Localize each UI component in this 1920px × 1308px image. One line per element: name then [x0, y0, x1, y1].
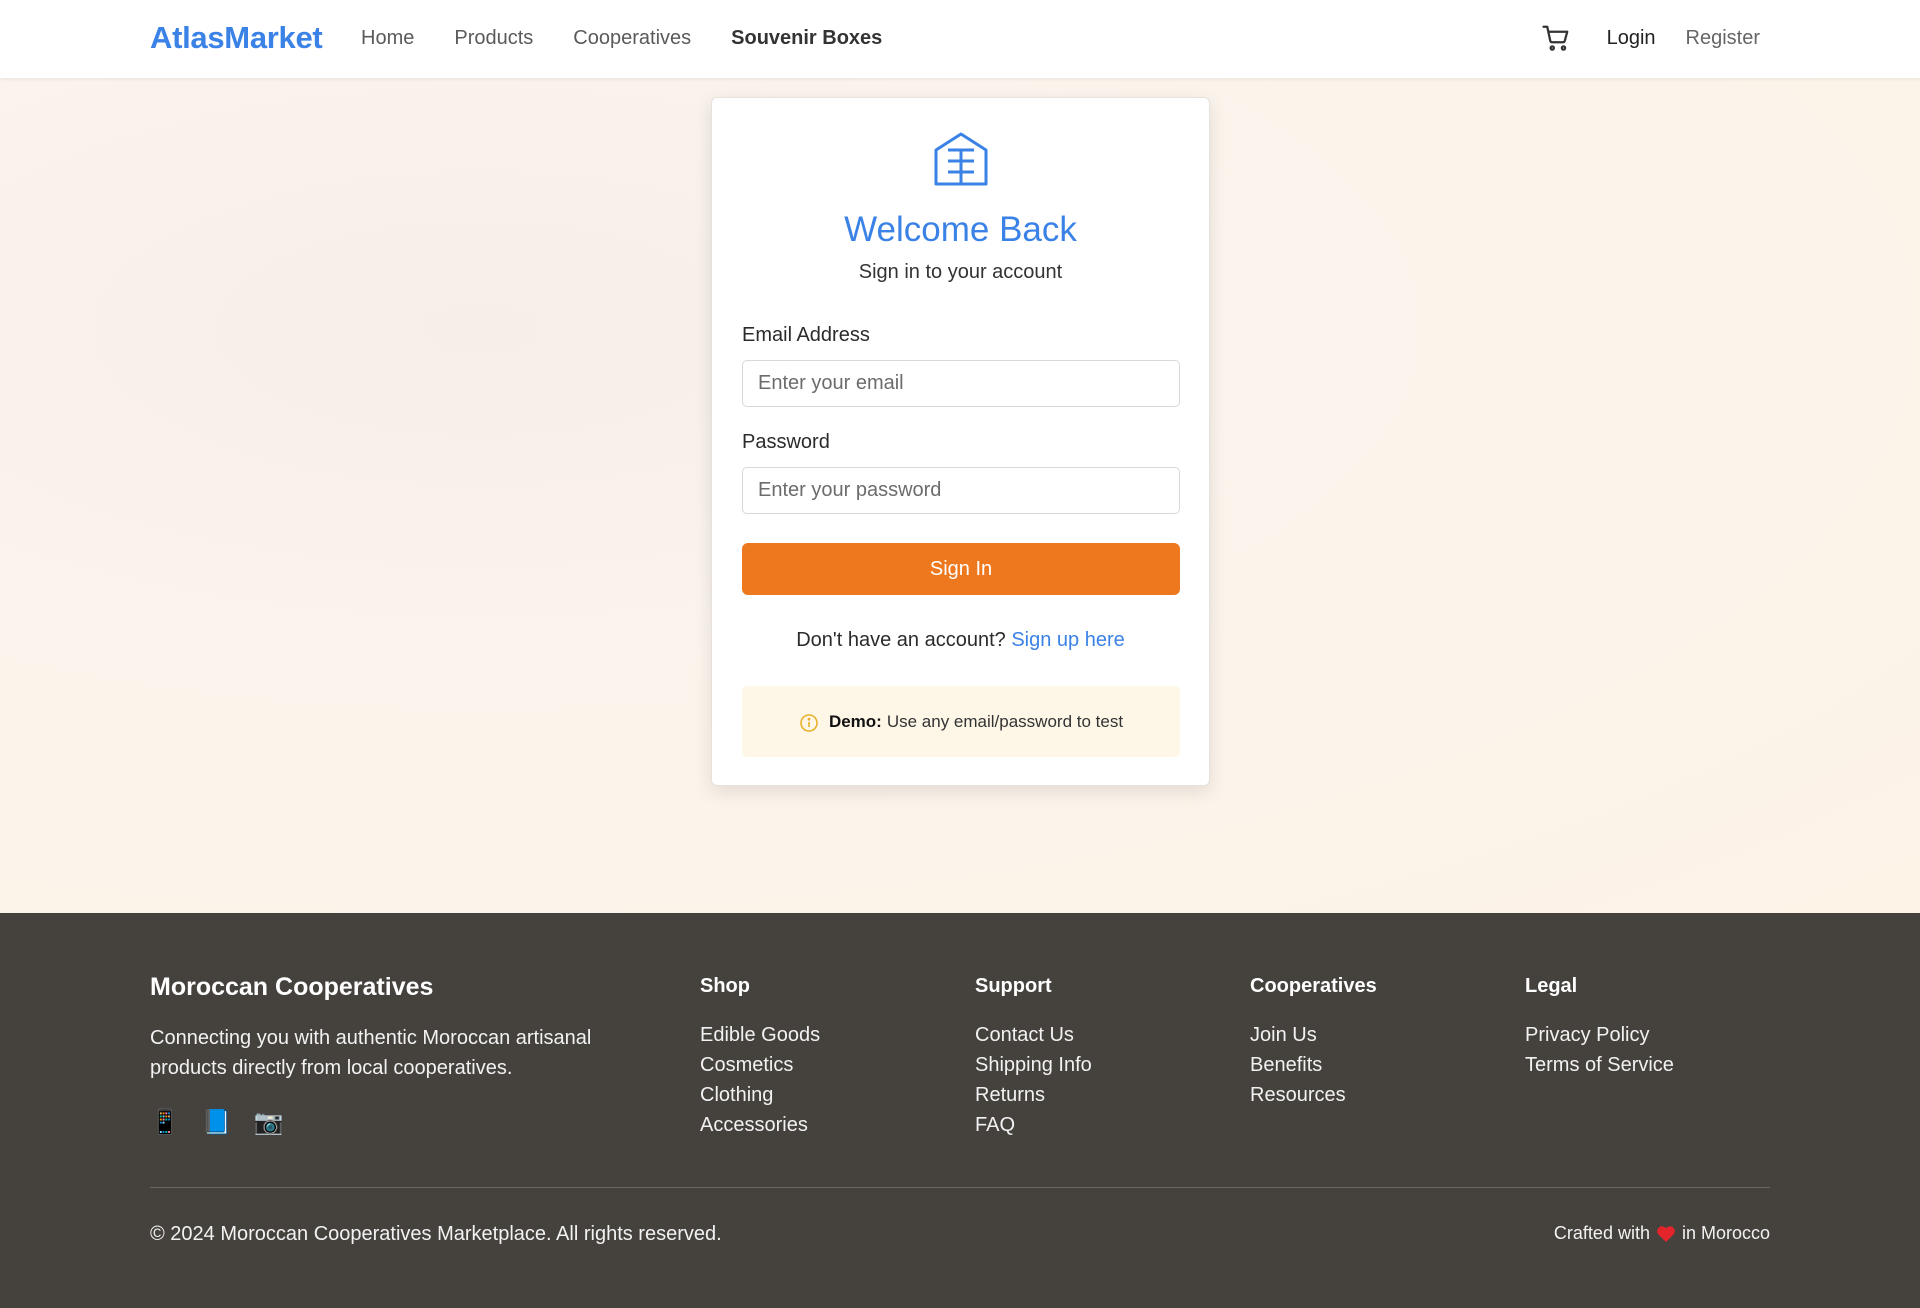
password-label: Password — [742, 431, 830, 453]
footer-col-cooperatives: Cooperatives Join Us Benefits Resources — [1250, 975, 1377, 1110]
cooperative-building-icon — [934, 132, 988, 186]
footer-link-contact[interactable]: Contact Us — [975, 1020, 1092, 1050]
footer-brand: Moroccan Cooperatives — [150, 973, 434, 1001]
demo-text: Use any email/password to test — [886, 711, 1124, 731]
crafted-prefix: Crafted with — [1553, 1223, 1650, 1243]
demo-notice: Demo: Use any email/password to test — [742, 686, 1180, 757]
footer-col-shop: Shop Edible Goods Cosmetics Clothing Acc… — [700, 975, 820, 1140]
footer-link-cosmetics[interactable]: Cosmetics — [700, 1050, 820, 1080]
footer-link-join[interactable]: Join Us — [1250, 1020, 1377, 1050]
signup-link[interactable]: Sign up here — [1011, 629, 1124, 651]
footer-link-terms[interactable]: Terms of Service — [1525, 1050, 1674, 1080]
footer-link-clothing[interactable]: Clothing — [700, 1080, 820, 1110]
footer-description: Connecting you with authentic Moroccan a… — [150, 1027, 592, 1079]
brand-logo[interactable]: AtlasMarket — [150, 20, 323, 56]
nav-home[interactable]: Home — [361, 27, 414, 50]
email-field[interactable] — [742, 360, 1180, 407]
phone-icon[interactable]: 📱 — [150, 1108, 180, 1137]
copyright-text: © 2024 Moroccan Cooperatives Marketplace… — [150, 1223, 722, 1245]
sign-in-button[interactable]: Sign In — [742, 543, 1180, 595]
page-subtitle: Sign in to your account — [858, 261, 1063, 283]
footer-col-title: Shop — [700, 975, 750, 997]
footer-link-shipping[interactable]: Shipping Info — [975, 1050, 1092, 1080]
login-link[interactable]: Login — [1607, 27, 1656, 50]
register-link[interactable]: Register — [1686, 27, 1760, 50]
email-label: Email Address — [742, 324, 870, 346]
footer-link-faq[interactable]: FAQ — [975, 1110, 1092, 1140]
footer-col-title: Cooperatives — [1250, 975, 1377, 997]
main-nav: Home Products Cooperatives Souvenir Boxe… — [361, 27, 882, 50]
footer-col-title: Legal — [1525, 975, 1578, 997]
nav-products[interactable]: Products — [454, 27, 533, 50]
crafted-suffix: in Morocco — [1681, 1223, 1770, 1243]
main-content: Welcome Back Sign in to your account Ema… — [0, 78, 1920, 913]
facebook-book-icon[interactable]: 📘 — [202, 1108, 232, 1137]
password-field[interactable] — [742, 467, 1180, 514]
footer-divider — [150, 1187, 1770, 1188]
social-links: 📱 📘 📷 — [150, 1108, 284, 1137]
info-circle-icon — [800, 714, 818, 732]
heart-icon — [1657, 1225, 1675, 1242]
header-actions: Login Register — [1541, 22, 1760, 54]
footer-col-title: Support — [975, 975, 1052, 997]
footer-link-resources[interactable]: Resources — [1250, 1080, 1377, 1110]
nav-souvenir-boxes[interactable]: Souvenir Boxes — [731, 27, 882, 50]
top-navbar: AtlasMarket Home Products Cooperatives S… — [0, 0, 1920, 78]
site-footer: Moroccan Cooperatives Connecting you wit… — [0, 913, 1920, 1308]
camera-icon[interactable]: 📷 — [254, 1108, 284, 1137]
crafted-note: Crafted with in Morocco — [1554, 1223, 1770, 1244]
page-title: Welcome Back — [844, 210, 1077, 249]
footer-col-legal: Legal Privacy Policy Terms of Service — [1525, 975, 1674, 1080]
footer-link-accessories[interactable]: Accessories — [700, 1110, 820, 1140]
footer-link-benefits[interactable]: Benefits — [1250, 1050, 1377, 1080]
nav-cooperatives[interactable]: Cooperatives — [573, 27, 691, 50]
footer-col-support: Support Contact Us Shipping Info Returns… — [975, 975, 1092, 1140]
shopping-cart-icon[interactable] — [1541, 22, 1571, 54]
footer-link-edible-goods[interactable]: Edible Goods — [700, 1020, 820, 1050]
signup-prompt-text: Don't have an account? — [796, 629, 1006, 651]
signup-prompt: Don't have an account? Sign up here — [712, 629, 1209, 652]
login-card: Welcome Back Sign in to your account Ema… — [711, 97, 1210, 786]
demo-label: Demo: — [828, 711, 882, 731]
footer-link-returns[interactable]: Returns — [975, 1080, 1092, 1110]
footer-link-privacy[interactable]: Privacy Policy — [1525, 1020, 1674, 1050]
